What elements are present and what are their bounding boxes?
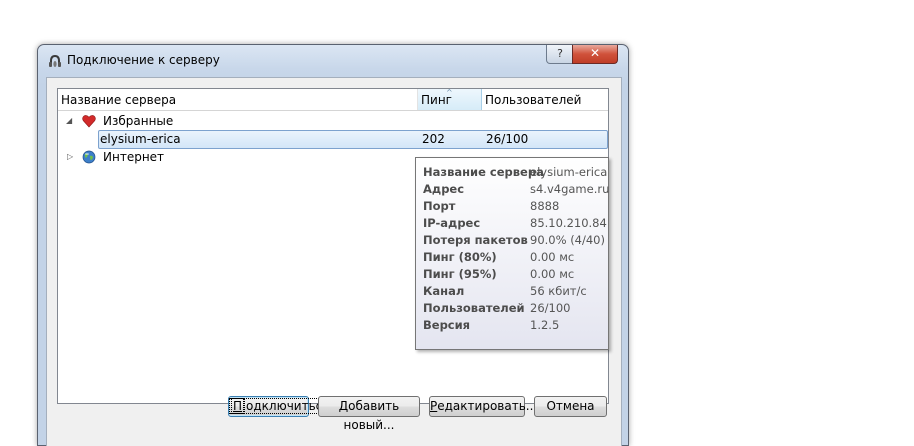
help-button[interactable]: ? xyxy=(546,45,574,64)
tree-row-server[interactable]: elysium-erica 202 26/100 xyxy=(58,130,608,149)
edit-label-rest: едактировать... xyxy=(437,399,538,413)
server-users-cell: 26/100 xyxy=(486,132,529,146)
tooltip-key: Пинг (95%) xyxy=(423,267,497,281)
tooltip-value: 56 кбит/с xyxy=(530,284,587,298)
add-label-rest: обавить новый... xyxy=(343,399,400,432)
tooltip-value: s4.v4game.ru xyxy=(530,182,610,196)
tooltip-value: 8888 xyxy=(530,199,560,213)
cancel-button[interactable]: Отмена xyxy=(534,396,607,417)
title-bar[interactable]: Подключение к серверу ? ✕ xyxy=(38,45,628,77)
server-name-cell: elysium-erica xyxy=(100,132,181,146)
add-mnemonic: Д xyxy=(338,399,349,413)
edit-button[interactable]: Редактировать... xyxy=(429,396,537,417)
tooltip-key: Пинг (80%) xyxy=(423,250,497,264)
tooltip-key: Версия xyxy=(423,318,471,332)
tooltip-value: 1.2.5 xyxy=(530,318,560,332)
column-header-name[interactable]: Название сервера xyxy=(58,89,418,110)
globe-icon xyxy=(82,150,96,164)
close-button[interactable]: ✕ xyxy=(572,45,618,64)
tooltip-value: elysium-erica xyxy=(530,165,608,179)
tooltip-value: 0.00 мс xyxy=(530,267,575,281)
tooltip-key: IP-адрес xyxy=(423,216,481,230)
tree-group-label: Интернет xyxy=(103,150,165,164)
tooltip-key: Адрес xyxy=(423,182,465,196)
server-info-tooltip: Название сервера elysium-erica Адрес s4.v4… xyxy=(415,157,609,350)
tooltip-key: Порт xyxy=(423,199,456,213)
sort-ascending-icon: ^ xyxy=(446,88,453,97)
tooltip-value: 90.0% (4/40) xyxy=(530,233,605,247)
tooltip-key: Название сервера xyxy=(423,165,544,179)
tooltip-key: Канал xyxy=(423,284,465,298)
window-title: Подключение к серверу xyxy=(67,53,220,67)
tree-group-label: Избранные xyxy=(103,114,174,128)
tooltip-key: Потеря пакетов xyxy=(423,233,528,247)
column-header-users[interactable]: Пользователей xyxy=(482,89,608,110)
tooltip-key: Пользователей xyxy=(423,301,525,315)
heart-icon xyxy=(82,115,96,128)
collapsed-arrow-icon[interactable]: ▷ xyxy=(67,148,73,166)
connect-button[interactable]: Подключиться xyxy=(228,396,334,417)
tooltip-value: 26/100 xyxy=(530,301,571,315)
tree-header: Название сервера Пинг ^ Пользователей xyxy=(58,88,608,111)
mumble-app-icon xyxy=(49,55,61,67)
tooltip-value: 85.10.210.84 xyxy=(530,216,607,230)
connect-mnemonic: П xyxy=(231,398,245,414)
expanded-arrow-icon[interactable]: ◢ xyxy=(66,112,72,130)
tree-group-favorites[interactable]: ◢ Избранные xyxy=(58,112,608,130)
server-ping-cell: 202 xyxy=(422,132,445,146)
add-new-button[interactable]: Добавить новый... xyxy=(318,396,420,432)
tooltip-value: 0.00 мс xyxy=(530,250,575,264)
